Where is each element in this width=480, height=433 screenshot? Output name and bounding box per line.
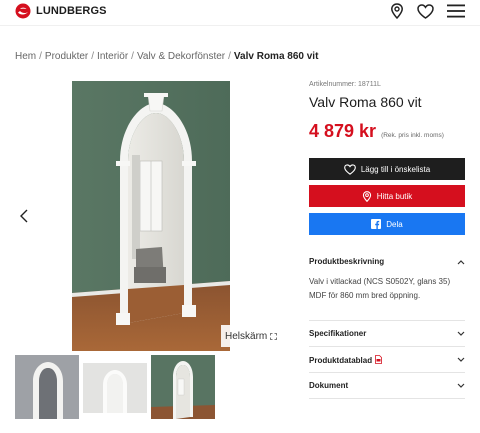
find-store-label: Hitta butik [376, 191, 413, 201]
price-row: 4 879 kr (Rek. pris inkl. moms) [309, 121, 465, 142]
add-to-wishlist-button[interactable]: Lägg till i önskelista [309, 158, 465, 180]
accordion-description-title: Produktbeskrivning [309, 257, 385, 266]
chevron-down-icon [457, 331, 465, 336]
accordion-specifications-title: Specifikationer [309, 329, 367, 338]
divider [309, 346, 465, 347]
fullscreen-label: Helskärm [225, 330, 268, 342]
divider [309, 320, 465, 321]
fullscreen-button[interactable]: Helskärm [221, 325, 283, 347]
accordion-specifications-header[interactable]: Specifikationer [309, 329, 465, 338]
breadcrumb-current: Valv Roma 860 vit [233, 51, 319, 62]
product-description: Valv i vitlackad (NCS S0502Y, glans 35) … [309, 275, 465, 303]
accordion-documents-title: Dokument [309, 381, 349, 390]
share-label: Dela [386, 219, 403, 229]
logo-mark-icon [15, 3, 31, 19]
gallery-prev-arrow-icon[interactable] [18, 208, 32, 224]
thumbnail-2[interactable] [83, 355, 147, 419]
thumbnail-strip [15, 355, 215, 419]
divider [309, 372, 465, 373]
description-line: MDF för 860 mm bred öppning. [309, 291, 421, 300]
breadcrumb-link-arches[interactable]: Valv & Dekorfönster [137, 51, 225, 62]
accordion-description-header[interactable]: Produktbeskrivning [309, 257, 465, 266]
heart-icon[interactable] [417, 3, 434, 19]
chevron-up-icon [457, 259, 465, 264]
facebook-icon [371, 219, 382, 229]
thumbnail-1[interactable] [15, 355, 79, 419]
chevron-down-icon [457, 383, 465, 388]
accordion-datasheet-title: Produktdatablad [309, 356, 373, 365]
price-note: (Rek. pris inkl. moms) [381, 132, 444, 139]
thumbnail-3[interactable] [151, 355, 215, 419]
add-to-wishlist-label: Lägg till i önskelista [360, 164, 431, 174]
expand-icon [270, 332, 278, 340]
product-photo[interactable] [72, 81, 230, 351]
gallery-next-arrow-icon[interactable] [271, 162, 285, 178]
divider [309, 398, 465, 399]
pdf-icon [375, 355, 383, 364]
product-info: Artikelnummer: 18711L Valv Roma 860 vit … [309, 81, 465, 399]
accordion-documents-header[interactable]: Dokument [309, 381, 465, 390]
product-title: Valv Roma 860 vit [309, 94, 422, 110]
brand-name: LUNDBERGS [36, 5, 107, 17]
share-button[interactable]: Dela [309, 213, 465, 235]
product-gallery: Helskärm [15, 81, 285, 351]
location-pin-icon[interactable] [390, 3, 404, 19]
breadcrumb: Hem / Produkter / Interiör / Valv & Dekorfönst… [15, 51, 319, 62]
accordion-datasheet-header[interactable]: Produktdatablad [309, 355, 465, 365]
brand-logo[interactable]: LUNDBERGS [15, 3, 107, 19]
find-store-button[interactable]: Hitta butik [309, 185, 465, 207]
breadcrumb-link-home[interactable]: Hem [15, 51, 36, 62]
article-number: Artikelnummer: 18711L [309, 81, 381, 88]
description-line: Valv i vitlackad (NCS S0502Y, glans 35) [309, 277, 451, 286]
breadcrumb-link-products[interactable]: Produkter [45, 51, 88, 62]
chevron-down-icon [457, 357, 465, 362]
heart-icon [343, 163, 356, 175]
product-price: 4 879 kr [309, 121, 377, 141]
hamburger-menu-icon[interactable] [447, 4, 465, 18]
breadcrumb-link-interior[interactable]: Interiör [97, 51, 128, 62]
location-pin-icon [362, 190, 371, 202]
site-header: LUNDBERGS [0, 0, 480, 26]
